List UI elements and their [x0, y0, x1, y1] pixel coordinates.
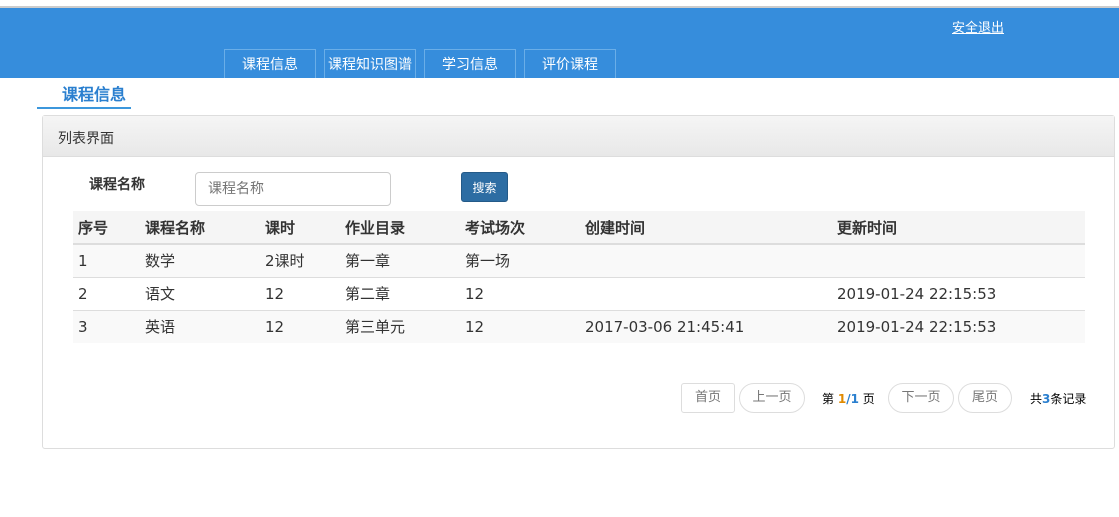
table-cell: 数学 — [140, 243, 260, 277]
page-title: 课程信息 — [62, 85, 127, 104]
nav-evaluate-course[interactable]: 评价课程 — [524, 49, 616, 78]
record-count: 共3条记录 — [1030, 390, 1086, 407]
col-header: 作业目录 — [340, 211, 460, 245]
page-indicator: 第 1/1 页 — [822, 390, 875, 407]
search-button[interactable]: 搜索 — [461, 172, 508, 202]
table-cell: 12 — [460, 276, 580, 310]
course-name-input[interactable] — [195, 172, 391, 206]
table-cell: 第一场 — [460, 243, 580, 277]
table-cell: 2课时 — [260, 243, 340, 277]
table-cell — [580, 276, 832, 310]
header: 安全退出 课程信息 课程知识图谱 学习信息 评价课程 — [0, 8, 1119, 78]
table-cell: 2 — [73, 276, 140, 310]
panel-title: 列表界面 — [43, 116, 1114, 157]
page-current: 1 — [837, 392, 847, 406]
next-page-button[interactable]: 下一页 — [888, 383, 954, 413]
table-cell: 12 — [460, 309, 580, 343]
logout-link[interactable]: 安全退出 — [952, 17, 1004, 36]
col-header: 序号 — [73, 211, 140, 245]
table-cell: 12 — [260, 309, 340, 343]
table-cell — [832, 243, 1085, 277]
col-header: 课时 — [260, 211, 340, 245]
table-cell: 第二章 — [340, 276, 460, 310]
page-total: 1 — [850, 392, 859, 406]
table-row: 3 英语 12 第三单元 12 2017-03-06 21:45:41 2019-01-24… — [73, 309, 1085, 343]
table-cell: 第一章 — [340, 243, 460, 277]
last-page-button[interactable]: 尾页 — [958, 383, 1012, 413]
count-suffix: 条记录 — [1050, 392, 1087, 406]
table-cell: 1 — [73, 243, 140, 277]
page-suffix: 页 — [862, 392, 875, 406]
table-cell: 语文 — [140, 276, 260, 310]
table-cell: 2017-03-06 21:45:41 — [580, 309, 832, 343]
col-header: 创建时间 — [580, 211, 832, 245]
col-header: 考试场次 — [460, 211, 580, 245]
count-prefix: 共 — [1030, 392, 1043, 406]
nav-study-info[interactable]: 学习信息 — [424, 49, 516, 78]
nav-knowledge-graph[interactable]: 课程知识图谱 — [324, 49, 416, 78]
table-cell: 2019-01-24 22:15:53 — [832, 276, 1085, 310]
table-row: 1 数学 2课时 第一章 第一场 — [73, 243, 1085, 277]
col-header: 更新时间 — [832, 211, 1085, 245]
table-cell: 12 — [260, 276, 340, 310]
first-page-button[interactable]: 首页 — [681, 383, 735, 413]
table-cell: 第三单元 — [340, 309, 460, 343]
table-cell: 2019-01-24 22:15:53 — [832, 309, 1085, 343]
course-table: 序号 课程名称 课时 作业目录 考试场次 创建时间 更新时间 1 数学 2课时 第一章… — [73, 211, 1085, 343]
table-cell: 3 — [73, 309, 140, 343]
nav-course-info[interactable]: 课程信息 — [224, 49, 316, 78]
page-prefix: 第 — [822, 392, 835, 406]
table-cell — [580, 243, 832, 277]
prev-page-button[interactable]: 上一页 — [739, 383, 805, 413]
search-label: 课程名称 — [89, 177, 145, 193]
table-row: 2 语文 12 第二章 12 2019-01-24 22:15:53 — [73, 276, 1085, 310]
list-panel: 列表界面 课程名称 搜索 序号 课程名称 课时 作业目录 考试场次 创建时间 更… — [42, 115, 1115, 449]
title-underline — [37, 107, 131, 109]
table-cell: 英语 — [140, 309, 260, 343]
col-header: 课程名称 — [140, 211, 260, 245]
